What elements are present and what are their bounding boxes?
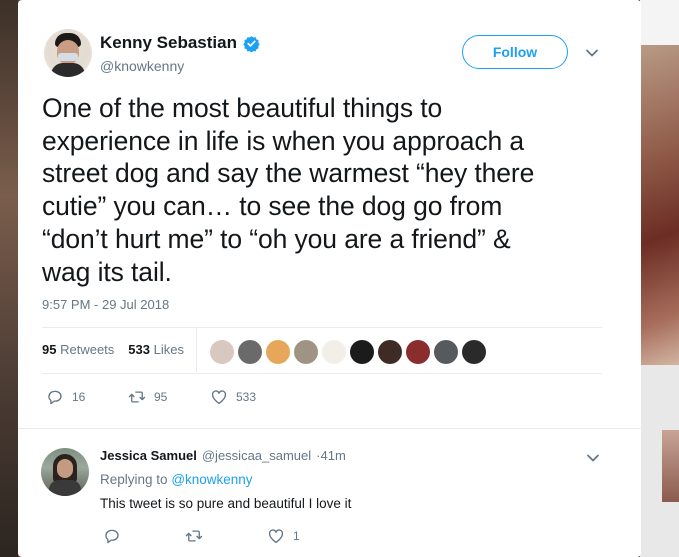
background-strip xyxy=(640,0,679,45)
retweets-label: Retweets xyxy=(60,342,115,357)
divider xyxy=(42,373,602,374)
chevron-down-icon[interactable] xyxy=(586,451,600,465)
tweet-modal: Kenny Sebastian @knowkenny Follow One of… xyxy=(18,0,641,557)
liker-avatar-6[interactable] xyxy=(350,340,374,364)
reply-reply-button[interactable] xyxy=(103,527,185,545)
reply-count: 16 xyxy=(72,390,86,404)
author-avatar[interactable] xyxy=(44,29,92,77)
follow-button[interactable]: Follow xyxy=(462,35,568,69)
likes-stat[interactable]: 533 Likes xyxy=(128,342,184,357)
reply-header: Jessica Samuel @jessicaa_samuel ·41m xyxy=(100,448,346,463)
background-left xyxy=(0,0,18,557)
background-thumbnail xyxy=(662,430,679,502)
liker-avatar-7[interactable] xyxy=(378,340,402,364)
background-photo xyxy=(640,45,679,365)
like-count: 533 xyxy=(236,390,257,404)
divider xyxy=(18,428,641,429)
author-handle[interactable]: @knowkenny xyxy=(100,58,184,74)
verified-badge-icon xyxy=(243,35,260,52)
retweet-button[interactable]: 95 xyxy=(128,388,210,406)
liker-avatar-3[interactable] xyxy=(266,340,290,364)
likes-count: 533 xyxy=(128,342,150,357)
reply-avatar[interactable] xyxy=(41,448,89,496)
tweet-stats: 95 Retweets 533 Likes xyxy=(42,342,184,357)
reply-like-button[interactable]: 1 xyxy=(267,527,300,545)
tweet-text: One of the most beautiful things to expe… xyxy=(42,93,535,287)
liker-avatar-10[interactable] xyxy=(462,340,486,364)
reply-author-handle[interactable]: @jessicaa_samuel xyxy=(202,448,311,463)
heart-icon xyxy=(268,529,284,544)
author-name[interactable]: Kenny Sebastian xyxy=(100,33,237,53)
reply-like-count: 1 xyxy=(293,529,300,543)
tweet-actions: 16 95 533 xyxy=(46,388,256,406)
reply-author-name[interactable]: Jessica Samuel xyxy=(100,448,197,463)
heart-icon xyxy=(211,390,227,405)
liker-avatar-4[interactable] xyxy=(294,340,318,364)
stats-separator xyxy=(196,327,197,372)
liker-avatar-5[interactable] xyxy=(322,340,346,364)
liker-avatars xyxy=(210,340,486,364)
tweet-timestamp[interactable]: 9:57 PM - 29 Jul 2018 xyxy=(42,297,169,312)
likes-label: Likes xyxy=(153,342,184,357)
replying-prefix: Replying to xyxy=(100,472,168,487)
liker-avatar-2[interactable] xyxy=(238,340,262,364)
divider xyxy=(42,327,602,328)
background-right xyxy=(640,0,679,557)
reply-icon xyxy=(48,390,62,405)
retweets-count: 95 xyxy=(42,342,57,357)
reply-time[interactable]: ·41m xyxy=(316,448,346,463)
replying-to: Replying to @knowkenny xyxy=(100,472,253,487)
chevron-down-icon[interactable] xyxy=(585,46,599,60)
reply-icon xyxy=(105,529,119,544)
liker-avatar-9[interactable] xyxy=(434,340,458,364)
liker-avatar-1[interactable] xyxy=(210,340,234,364)
retweets-stat[interactable]: 95 Retweets xyxy=(42,342,114,357)
author-name-row[interactable]: Kenny Sebastian xyxy=(100,33,260,53)
replying-to-mention[interactable]: @knowkenny xyxy=(171,472,252,487)
reply-button[interactable]: 16 xyxy=(46,388,128,406)
reply-retweet-button[interactable] xyxy=(185,527,267,545)
reply-text: This tweet is so pure and beautiful I lo… xyxy=(100,496,352,511)
retweet-count: 95 xyxy=(154,390,168,404)
retweet-icon xyxy=(185,530,203,542)
like-button[interactable]: 533 xyxy=(210,388,256,406)
liker-avatar-8[interactable] xyxy=(406,340,430,364)
reply-actions: 1 xyxy=(103,527,300,545)
retweet-icon xyxy=(128,391,146,403)
